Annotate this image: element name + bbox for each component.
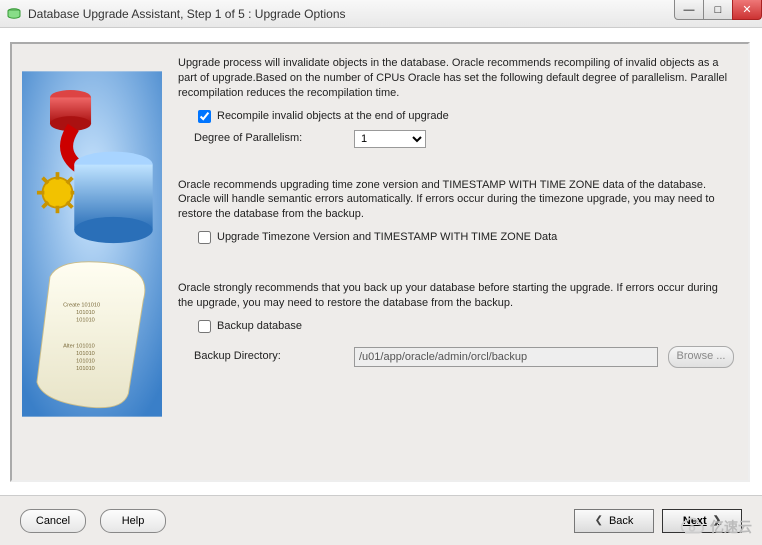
backup-description: Oracle strongly recommends that you back…	[178, 281, 734, 311]
footer-bar: Cancel Help ❮ Back Next ❯	[0, 495, 762, 545]
backup-dir-input[interactable]	[354, 347, 658, 367]
close-button[interactable]: ✕	[732, 0, 762, 20]
window-title: Database Upgrade Assistant, Step 1 of 5 …	[28, 7, 346, 21]
svg-text:Alter 101010: Alter 101010	[63, 344, 95, 350]
dop-label: Degree of Parallelism:	[194, 131, 354, 146]
wizard-side-image: Create 101010 101010 101010 Alter 101010…	[12, 44, 172, 480]
help-button[interactable]: Help	[100, 509, 166, 533]
watermark: 亿速云	[678, 517, 752, 537]
back-label: Back	[609, 515, 633, 527]
dop-select[interactable]: 1	[354, 130, 426, 148]
options-column: Upgrade process will invalidate objects …	[172, 44, 748, 480]
minimize-button[interactable]: —	[674, 0, 704, 20]
svg-text:101010: 101010	[76, 366, 95, 372]
window-buttons: — □ ✕	[675, 0, 762, 20]
backup-checkbox[interactable]	[198, 320, 211, 333]
recompile-description: Upgrade process will invalidate objects …	[178, 56, 734, 101]
svg-text:101010: 101010	[76, 351, 95, 357]
svg-text:101010: 101010	[76, 317, 95, 323]
title-bar: Database Upgrade Assistant, Step 1 of 5 …	[0, 0, 762, 28]
main-panel: Create 101010 101010 101010 Alter 101010…	[10, 42, 750, 482]
back-button[interactable]: ❮ Back	[574, 509, 654, 533]
recompile-checkbox-label: Recompile invalid objects at the end of …	[217, 109, 449, 124]
timezone-checkbox[interactable]	[198, 231, 211, 244]
timezone-description: Oracle recommends upgrading time zone ve…	[178, 178, 734, 223]
maximize-button[interactable]: □	[703, 0, 733, 20]
cancel-button[interactable]: Cancel	[20, 509, 86, 533]
timezone-checkbox-label: Upgrade Timezone Version and TIMESTAMP W…	[217, 230, 557, 245]
svg-text:101010: 101010	[76, 359, 95, 365]
recompile-checkbox[interactable]	[198, 110, 211, 123]
backup-checkbox-label: Backup database	[217, 319, 302, 334]
back-arrow-icon: ❮	[595, 515, 603, 526]
backup-dir-label: Backup Directory:	[194, 349, 354, 364]
svg-text:101010: 101010	[76, 310, 95, 316]
svg-text:Create 101010: Create 101010	[63, 303, 100, 309]
app-icon	[6, 6, 22, 22]
browse-button[interactable]: Browse ...	[668, 346, 734, 368]
